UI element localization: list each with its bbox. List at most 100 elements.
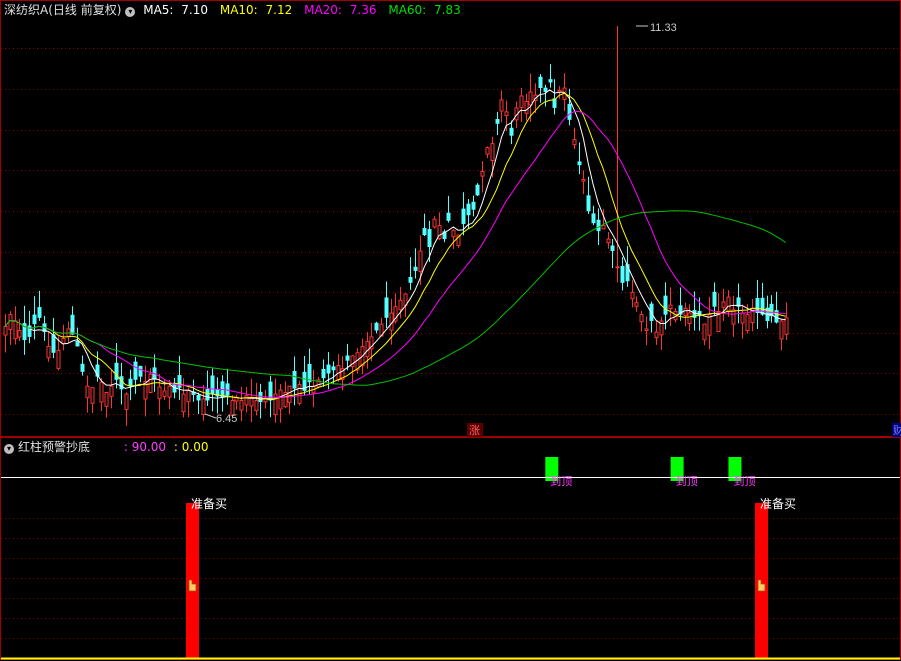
candle-down[interactable] [138, 365, 143, 377]
candle-up[interactable] [784, 317, 789, 335]
candle-down[interactable] [80, 363, 85, 372]
candle-up[interactable] [85, 385, 90, 399]
candle-down[interactable] [620, 265, 625, 283]
candle-up[interactable] [654, 331, 659, 339]
candle-down[interactable] [509, 127, 514, 136]
candle-up[interactable] [451, 229, 456, 238]
candle-down[interactable] [32, 314, 37, 325]
candle-up[interactable] [109, 385, 114, 397]
candle-down[interactable] [663, 295, 668, 315]
candle-down[interactable] [466, 203, 471, 216]
candle-up[interactable] [630, 291, 635, 300]
candle-up[interactable] [254, 399, 259, 412]
candle-up[interactable] [702, 323, 707, 341]
candle-down[interactable] [567, 103, 572, 120]
candle-down[interactable] [70, 314, 75, 335]
candle-up[interactable] [779, 320, 784, 340]
candle-up[interactable] [644, 328, 649, 332]
candle-down[interactable] [133, 361, 138, 380]
candle-up[interactable] [740, 312, 745, 324]
candle-up[interactable] [418, 250, 423, 272]
stock-title[interactable]: 深纺织A(日线 前复权) [4, 3, 121, 17]
stock-chart[interactable]: 11.33 6.45 涨 财 到顶 到顶 到顶准备买 准备买 [0, 0, 901, 661]
candle-up[interactable] [278, 389, 283, 410]
candle-down[interactable] [577, 161, 582, 166]
candle-up[interactable] [17, 330, 22, 338]
candle-up[interactable] [524, 101, 529, 114]
candle-up[interactable] [13, 320, 18, 340]
candle-down[interactable] [128, 378, 133, 387]
candle-up[interactable] [162, 390, 167, 397]
candle-up[interactable] [201, 398, 206, 415]
candle-down[interactable] [596, 219, 601, 232]
candle-up[interactable] [668, 304, 673, 310]
candle-up[interactable] [167, 385, 172, 398]
candle-down[interactable] [196, 395, 201, 401]
candle-up[interactable] [634, 302, 639, 307]
candle-down[interactable] [292, 370, 297, 389]
candle-up[interactable] [46, 345, 51, 359]
candle-up[interactable] [687, 312, 692, 325]
candle-down[interactable] [446, 212, 451, 221]
candle-down[interactable] [422, 228, 427, 236]
candle-up[interactable] [432, 218, 437, 228]
candle-down[interactable] [331, 366, 336, 371]
candle-up[interactable] [244, 395, 249, 406]
candle-down[interactable] [210, 375, 215, 395]
candle-down[interactable] [427, 229, 432, 248]
candle-up[interactable] [601, 225, 606, 230]
candle-down[interactable] [543, 87, 548, 92]
candle-up[interactable] [572, 139, 577, 146]
candle-down[interactable] [712, 291, 717, 307]
candle-up[interactable] [239, 399, 244, 411]
candle-down[interactable] [345, 355, 350, 361]
candle-up[interactable] [490, 143, 495, 162]
candle-down[interactable] [586, 195, 591, 212]
candle-up[interactable] [61, 337, 66, 344]
indicator-title[interactable]: 红柱预警抄底 [18, 440, 90, 454]
candle-up[interactable] [181, 393, 186, 413]
candle-up[interactable] [745, 314, 750, 332]
candle-up[interactable] [606, 238, 611, 244]
candle-down[interactable] [475, 184, 480, 196]
candle-up[interactable] [186, 389, 191, 403]
candle-up[interactable] [615, 266, 620, 269]
candle-down[interactable] [321, 369, 326, 379]
candle-up[interactable] [721, 301, 726, 308]
candle-up[interactable] [707, 314, 712, 336]
candle-up[interactable] [504, 111, 509, 117]
candle-up[interactable] [99, 381, 104, 403]
candle-up[interactable] [3, 326, 8, 336]
candle-up[interactable] [287, 385, 292, 403]
candle-down[interactable] [374, 322, 379, 331]
candle-up[interactable] [499, 99, 504, 112]
candle-down[interactable] [591, 213, 596, 224]
candle-down[interactable] [258, 391, 263, 403]
candle-down[interactable] [548, 79, 553, 83]
candle-up[interactable] [683, 307, 688, 316]
chevron-down-icon[interactable]: ▾ [125, 7, 136, 17]
candle-down[interactable] [413, 266, 418, 271]
chevron-down-icon[interactable]: ▾ [4, 444, 14, 454]
candle-down[interactable] [27, 325, 32, 337]
candle-down[interactable] [205, 389, 210, 401]
candle-down[interactable] [326, 364, 331, 374]
candle-up[interactable] [485, 147, 490, 155]
candle-up[interactable] [398, 299, 403, 311]
candle-up[interactable] [639, 314, 644, 323]
candle-down[interactable] [384, 297, 389, 318]
candle-up[interactable] [581, 178, 586, 182]
candle-down[interactable] [495, 119, 500, 124]
candle-down[interactable] [177, 375, 182, 388]
candle-up[interactable] [480, 171, 485, 177]
candle-down[interactable] [610, 245, 615, 252]
candle-down[interactable] [461, 208, 466, 224]
candle-up[interactable] [726, 296, 731, 313]
candle-up[interactable] [731, 309, 736, 325]
candle-up[interactable] [8, 314, 13, 331]
candle-down[interactable] [471, 201, 476, 210]
candle-up[interactable] [519, 95, 524, 109]
candle-up[interactable] [528, 91, 533, 106]
candle-down[interactable] [37, 307, 42, 318]
candle-up[interactable] [90, 387, 95, 404]
